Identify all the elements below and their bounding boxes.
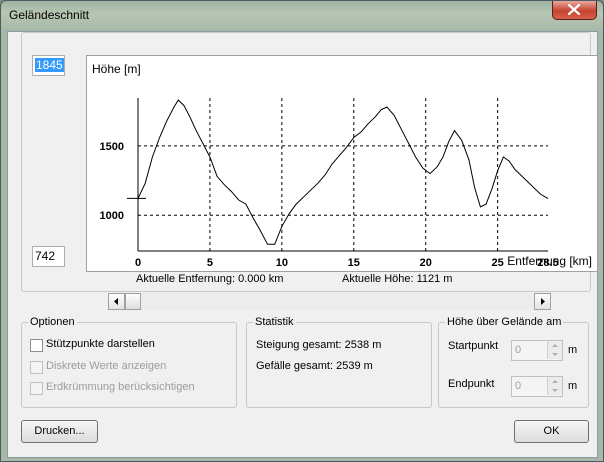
x-tick-label: 10 (276, 257, 288, 269)
dialog-client: 1845 742 Höhe [m] Entfernung [km] 1500 10… (7, 31, 598, 458)
elevation-line (137, 99, 549, 245)
title-bar[interactable]: Geländeschnitt (1, 1, 603, 31)
x-tick-label: 15 (348, 257, 360, 269)
end-point-spinner[interactable]: 0 (511, 376, 563, 397)
earth-curvature-label: Erdkrümmung berücksichtigen (46, 381, 195, 393)
arrow-left-icon (114, 298, 118, 305)
min-height-value: 742 (35, 249, 56, 263)
print-button[interactable]: Drucken... (21, 420, 98, 443)
y-tick-label: 1500 (100, 141, 124, 153)
ok-button[interactable]: OK (514, 420, 589, 443)
current-distance-text: Aktuelle Entfernung: 0.000 km (136, 273, 284, 285)
close-button[interactable] (552, 1, 597, 20)
y-tick-label: 1000 (100, 210, 124, 222)
chart-series (137, 99, 549, 245)
discrete-values-checkbox[interactable] (30, 361, 43, 374)
end-point-label: Endpunkt (448, 378, 495, 390)
arrow-down-icon (552, 353, 558, 356)
chart-svg: Höhe [m] Entfernung [km] 150010000 5 10 15 2… (92, 62, 592, 269)
show-points-checkbox[interactable] (30, 339, 43, 352)
x-tick-label: 25 (492, 257, 504, 269)
options-title: Optionen (28, 316, 77, 328)
scroll-right-button[interactable] (534, 293, 551, 310)
current-height-text: Aktuelle Höhe: 1121 m (342, 273, 453, 285)
x-tick-label: 20 (420, 257, 432, 269)
window-title: Geländeschnitt (9, 8, 90, 22)
total-ascent-text: Steigung gesamt: 2538 m (256, 339, 382, 351)
start-unit: m (568, 344, 578, 356)
height-above-ground-group: Höhe über Gelände am Startpunkt 0 m Endp… (438, 316, 589, 408)
end-unit: m (568, 380, 578, 392)
y-axis-label: Höhe [m] (92, 62, 141, 76)
arrow-up-icon (552, 344, 558, 347)
start-point-spinner[interactable]: 0 (511, 340, 563, 361)
start-point-value: 0 (515, 344, 522, 356)
start-point-label: Startpunkt (448, 340, 499, 352)
profile-group: 1845 742 Höhe [m] Entfernung [km] 1500 10… (21, 32, 598, 292)
discrete-values-label: Diskrete Werte anzeigen (46, 360, 167, 372)
elevation-profile-chart[interactable]: Höhe [m] Entfernung [km] 1500 1000 0 5 10 15 2… (86, 55, 598, 272)
dialog-window: Geländeschnitt 1845 742 Höhe [m] Entfern… (0, 0, 604, 462)
start-up-button[interactable] (547, 341, 562, 350)
horizontal-scrollbar[interactable] (108, 293, 551, 310)
statistics-title: Statistik (253, 316, 296, 328)
total-descent-text: Gefälle gesamt: 2539 m (256, 360, 373, 372)
height-above-ground-title: Höhe über Gelände am (445, 316, 564, 328)
x-tick-label: 28.5 (537, 257, 558, 269)
x-tick-label: 5 (207, 257, 213, 269)
chart-grid (138, 98, 548, 251)
max-height-field[interactable]: 1845 (32, 55, 65, 76)
close-icon (568, 4, 580, 15)
arrow-down-icon (552, 389, 558, 392)
min-height-field[interactable]: 742 (32, 246, 65, 267)
end-down-button[interactable] (547, 386, 562, 395)
options-group: Optionen Stützpunkte darstellen Diskrete… (21, 316, 237, 408)
scroll-thumb[interactable] (125, 293, 141, 310)
statistics-group: Statistik Steigung gesamt: 2538 m Gefäll… (246, 316, 432, 408)
scroll-left-button[interactable] (108, 293, 125, 310)
chart-axes (137, 98, 548, 252)
end-up-button[interactable] (547, 377, 562, 386)
start-down-button[interactable] (547, 350, 562, 359)
chart-ticks: 1500 1000 0 5 10 15 20 25 28.5 (100, 141, 559, 269)
end-point-value: 0 (515, 380, 522, 392)
x-tick-label: 0 (135, 257, 141, 269)
show-points-label: Stützpunkte darstellen (46, 338, 155, 350)
arrow-up-icon (552, 380, 558, 383)
arrow-right-icon (541, 298, 545, 305)
earth-curvature-checkbox[interactable] (30, 382, 43, 395)
max-height-value: 1845 (35, 58, 64, 72)
